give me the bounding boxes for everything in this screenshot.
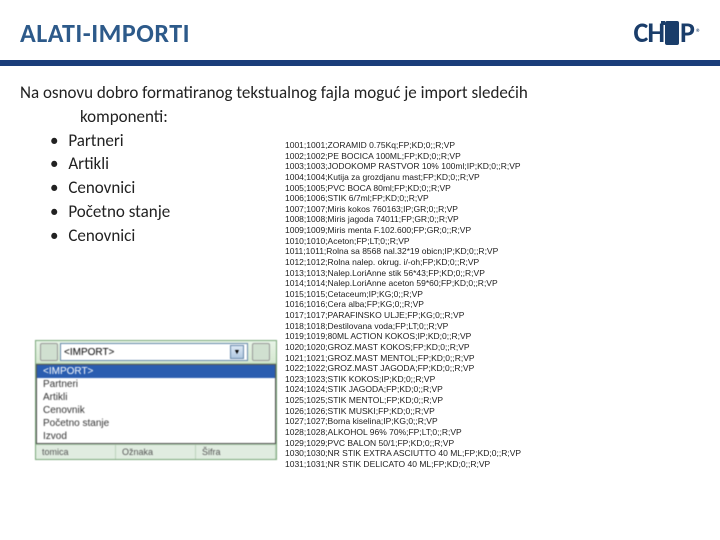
intro-line2: komponenti: xyxy=(80,105,700,129)
intro-text: Na osnovu dobro formatiranog tekstualnog… xyxy=(20,81,700,129)
footer-cell: Šifra xyxy=(196,445,276,459)
dropdown-option[interactable]: Partneri xyxy=(37,378,275,391)
import-file-preview: 1001;1001;ZORAMID 0.75Kq;FP;KD;0;;R;VP 1… xyxy=(285,140,700,469)
dropdown-option[interactable]: Artikli xyxy=(37,391,275,404)
intro-line1: Na osnovu dobro formatiranog tekstualnog… xyxy=(20,82,528,103)
select-value: <IMPORT> xyxy=(64,347,114,358)
chevron-down-icon[interactable]: ▼ xyxy=(230,345,244,359)
page-title: ALATI-IMPORTI xyxy=(20,17,190,49)
logo-registered: ® xyxy=(696,26,700,39)
dropdown-options: <IMPORT> Partneri Artikli Cenovnik Počet… xyxy=(36,364,276,444)
logo: CH P ® xyxy=(634,15,700,50)
toolbar-icon[interactable] xyxy=(252,343,270,361)
header-divider xyxy=(0,60,720,66)
toolbar-icon[interactable] xyxy=(40,343,58,361)
dropdown-option[interactable]: <IMPORT> xyxy=(37,365,275,378)
dropdown-option[interactable]: Početno stanje xyxy=(37,417,275,430)
dropdown-toolbar: <IMPORT> ▼ xyxy=(36,341,276,364)
dropdown-footer: tomica Ožnaka Šifra xyxy=(36,444,276,459)
dropdown-option[interactable]: Izvod xyxy=(37,430,275,443)
import-dropdown-screenshot: <IMPORT> ▼ <IMPORT> Partneri Artikli Cen… xyxy=(35,340,277,460)
footer-cell: tomica xyxy=(36,445,116,459)
dropdown-option[interactable]: Cenovnik xyxy=(37,404,275,417)
footer-cell: Ožnaka xyxy=(116,445,196,459)
chip-icon xyxy=(665,21,679,45)
logo-prefix: CH xyxy=(634,15,664,50)
import-type-select[interactable]: <IMPORT> ▼ xyxy=(60,343,248,361)
logo-suffix: P xyxy=(680,15,694,50)
